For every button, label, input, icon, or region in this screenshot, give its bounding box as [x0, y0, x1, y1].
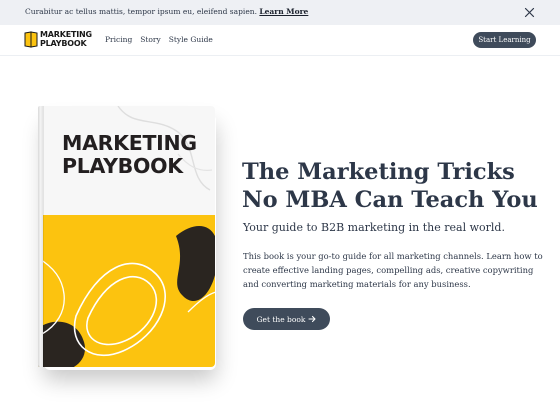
announcement-bar: Curabitur ac tellus mattis, tempor ipsum…: [0, 0, 560, 25]
book-title: MARKETING PLAYBOOK: [62, 132, 197, 178]
announcement-text: Curabitur ac tellus mattis, tempor ipsum…: [25, 7, 308, 16]
main-nav: MARKETING PLAYBOOK Pricing Story Style G…: [0, 25, 560, 56]
book-cover: MARKETING PLAYBOOK: [38, 106, 215, 367]
get-the-book-label: Get the book: [256, 314, 306, 324]
learn-more-link[interactable]: Learn More: [259, 7, 308, 16]
book-logo-icon: [24, 31, 38, 48]
close-icon[interactable]: [524, 7, 535, 18]
nav-link-story[interactable]: Story: [140, 35, 161, 44]
hero-headline: The Marketing Tricks No MBA Can Teach Yo…: [242, 159, 538, 213]
arrow-right-icon: [308, 315, 316, 323]
logo-text: MARKETING PLAYBOOK: [40, 30, 92, 48]
logo-line-2: PLAYBOOK: [40, 38, 87, 48]
book-title-line-1: MARKETING: [62, 131, 197, 155]
nav-links: Pricing Story Style Guide: [105, 35, 213, 44]
start-learning-button[interactable]: Start Learning: [473, 32, 536, 48]
book-title-line-2: PLAYBOOK: [62, 154, 183, 178]
hero-subheadline: Your guide to B2B marketing in the real …: [243, 221, 505, 234]
hero-body: This book is your go-to guide for all ma…: [243, 251, 543, 289]
announcement-message: Curabitur ac tellus mattis, tempor ipsum…: [25, 7, 257, 16]
nav-link-pricing[interactable]: Pricing: [105, 35, 132, 44]
get-the-book-button[interactable]: Get the book: [243, 308, 330, 330]
logo[interactable]: MARKETING PLAYBOOK: [24, 30, 94, 50]
nav-link-style-guide[interactable]: Style Guide: [169, 35, 213, 44]
